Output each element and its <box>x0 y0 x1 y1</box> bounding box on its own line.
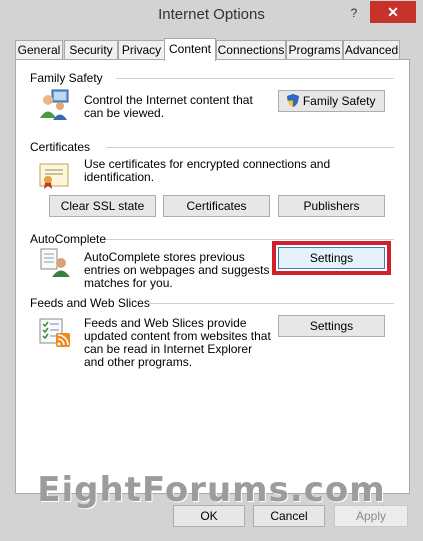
content-tab-panel: Family Safety Control the Internet conte… <box>15 59 410 494</box>
certificates-group-title: Certificates <box>30 140 91 154</box>
feeds-description: Feeds and Web Slices provide updated con… <box>84 316 271 369</box>
close-icon: ✕ <box>387 4 399 20</box>
certificate-icon <box>39 162 69 193</box>
close-button[interactable]: ✕ <box>370 1 416 23</box>
cancel-button[interactable]: Cancel <box>253 505 325 527</box>
tab-general[interactable]: General <box>15 40 63 59</box>
publishers-button[interactable]: Publishers <box>278 195 385 217</box>
family-safety-users-icon <box>38 88 72 125</box>
apply-button[interactable]: Apply <box>334 505 408 527</box>
uac-shield-icon <box>287 94 302 110</box>
autocomplete-description: AutoComplete stores previous entries on … <box>84 250 270 290</box>
certificates-description: Use certificates for encrypted connectio… <box>84 157 331 184</box>
family-safety-group-title: Family Safety <box>30 71 103 85</box>
clear-ssl-state-button[interactable]: Clear SSL state <box>49 195 156 217</box>
family-safety-button-label: Family Safety <box>302 94 376 108</box>
feeds-divider <box>147 303 394 304</box>
feeds-group-title: Feeds and Web Slices <box>30 296 150 310</box>
family-safety-button[interactable]: Family Safety <box>278 90 385 112</box>
title-bar[interactable]: Internet Options ? ✕ <box>0 0 423 34</box>
certificates-divider <box>106 147 394 148</box>
settings-highlight-box <box>272 241 391 275</box>
tab-security[interactable]: Security <box>64 40 118 59</box>
autocomplete-divider <box>106 239 394 240</box>
tab-strip: General Security Privacy Content Connect… <box>15 38 410 61</box>
certificates-button[interactable]: Certificates <box>163 195 270 217</box>
tab-programs[interactable]: Programs <box>286 40 343 59</box>
tab-privacy[interactable]: Privacy <box>118 40 165 59</box>
feeds-list-icon <box>39 318 71 351</box>
family-safety-divider <box>116 78 394 79</box>
feeds-settings-button[interactable]: Settings <box>278 315 385 337</box>
eightforums-watermark: EightForums.com <box>37 470 386 510</box>
internet-options-dialog: Internet Options ? ✕ General Security Pr… <box>0 0 423 541</box>
ok-button[interactable]: OK <box>173 505 245 527</box>
autocomplete-group-title: AutoComplete <box>30 232 107 246</box>
autocomplete-user-icon <box>39 246 71 281</box>
tab-advanced[interactable]: Advanced <box>343 40 400 59</box>
tab-content[interactable]: Content <box>164 38 216 61</box>
tab-connections[interactable]: Connections <box>216 40 286 59</box>
family-safety-description: Control the Internet content that can be… <box>84 93 253 120</box>
help-button[interactable]: ? <box>343 4 365 22</box>
